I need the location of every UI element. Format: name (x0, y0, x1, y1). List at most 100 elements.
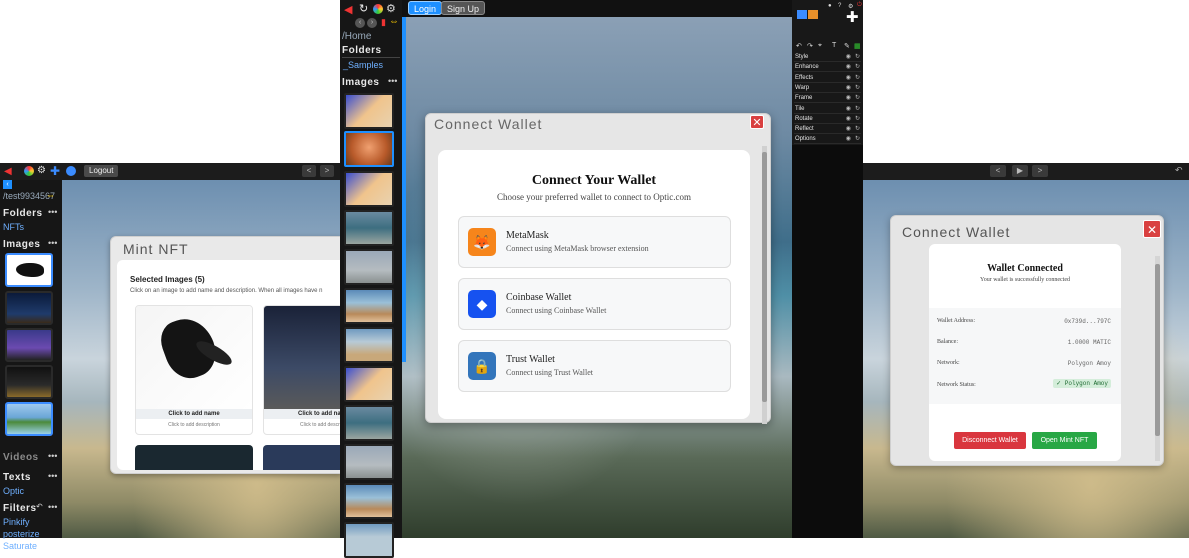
tool-menu-item-warp[interactable]: Warp ◉ ↻ (794, 83, 861, 93)
image-thumb-2[interactable] (344, 131, 394, 167)
power-icon[interactable]: ⏻ (857, 2, 862, 9)
reset-icon[interactable]: ↻ (855, 52, 860, 62)
palette-icon[interactable] (373, 4, 383, 14)
image-thumb-6[interactable] (344, 288, 394, 324)
gear-icon[interactable]: ⚙ (386, 2, 396, 15)
reset-icon[interactable]: ↻ (855, 114, 860, 124)
reset-icon[interactable]: ↻ (855, 124, 860, 134)
disconnect-wallet-button[interactable]: Disconnect Wallet (954, 432, 1026, 449)
info-icon[interactable]: ◉ (846, 62, 851, 72)
reset-icon[interactable]: ↻ (855, 134, 860, 144)
image-thumb-10[interactable] (344, 444, 394, 480)
nft-card-1-desc[interactable]: Click to add description (136, 419, 252, 431)
nft-card-2-desc[interactable]: Click to add descr (264, 419, 343, 431)
move-icon[interactable]: ✚ (50, 164, 60, 178)
text-tool-icon[interactable]: T (832, 42, 836, 49)
redo-icon[interactable]: ↷ (807, 42, 813, 50)
tool-menu-item-options[interactable]: Options ◉ ↻ (794, 134, 861, 145)
swap-icon[interactable]: ⇔ (389, 16, 399, 27)
gear-icon[interactable]: ⚙ (37, 165, 46, 176)
image-thumb-city[interactable] (5, 365, 53, 399)
next-small-icon[interactable]: › (367, 18, 377, 28)
folders-menu-icon[interactable]: ••• (48, 207, 57, 217)
palette-icon[interactable] (24, 166, 34, 176)
filter-item-pinkify[interactable]: Pinkify (3, 517, 30, 527)
image-tool-icon[interactable] (797, 10, 807, 19)
next-button[interactable]: > (1032, 165, 1048, 177)
nft-card-1-name[interactable]: Click to add name (136, 409, 252, 419)
folder-item-samples[interactable]: _Samples (343, 60, 383, 70)
crop-icon[interactable]: ⌖ (818, 42, 822, 50)
trash-icon[interactable]: ▮ (381, 17, 386, 28)
signup-button[interactable]: Sign Up (441, 1, 486, 15)
tool-menu-item-tile[interactable]: Tile ◉ ↻ (794, 104, 861, 114)
info-icon[interactable]: ◉ (846, 52, 851, 62)
current-path[interactable]: /Home (342, 31, 371, 42)
prev-button[interactable]: < (302, 165, 316, 177)
undo-icon[interactable]: ↶ (36, 502, 43, 511)
image-thumb-5[interactable] (344, 249, 394, 285)
modal-scrollbar[interactable] (762, 146, 767, 424)
info-icon[interactable]: ◉ (846, 73, 851, 83)
draw-tool-icon[interactable]: ✎ (844, 42, 850, 50)
reset-icon[interactable]: ↻ (855, 62, 860, 72)
image-thumb-4[interactable] (344, 210, 394, 246)
play-button[interactable]: ▶ (1012, 165, 1028, 177)
image-thumb-night[interactable] (5, 291, 53, 325)
image-thumb-1[interactable] (344, 93, 394, 129)
prev-button[interactable]: < (990, 165, 1006, 177)
refresh-icon[interactable]: ↻ (359, 2, 368, 15)
back-arrow-icon[interactable]: ◀ (4, 166, 12, 177)
reset-icon[interactable]: ↻ (855, 83, 860, 93)
user-icon[interactable] (66, 166, 76, 176)
collapse-icon[interactable]: ‹ (3, 180, 12, 189)
wallet-option-coinbase[interactable]: ◆ Coinbase Wallet Connect using Coinbase… (458, 278, 731, 330)
nft-card-2[interactable]: Click to add name Click to add descr (263, 305, 343, 435)
grid-tool-icon[interactable]: ▦ (854, 42, 861, 50)
tool-menu-item-style[interactable]: Style ◉ ↻ (794, 52, 861, 62)
info-icon[interactable]: ◉ (846, 114, 851, 124)
info-icon[interactable]: ◉ (846, 83, 851, 93)
text-item-optic[interactable]: Optic (3, 486, 24, 496)
tool-menu-item-effects[interactable]: Effects ◉ ↻ (794, 73, 861, 83)
image-thumb-island[interactable] (5, 402, 53, 436)
image-thumb-9[interactable] (344, 405, 394, 441)
image-thumb-7[interactable] (344, 327, 394, 363)
next-button[interactable]: > (320, 165, 334, 177)
modal-scrollbar[interactable] (1155, 256, 1160, 461)
nft-card-2-name[interactable]: Click to add name (264, 409, 343, 419)
portrait-tool-icon[interactable] (808, 10, 818, 19)
undo-icon[interactable]: ↶ (796, 42, 802, 50)
folder-item-nfts[interactable]: NFTs (3, 222, 24, 232)
circle-tool-icon[interactable]: ● (828, 3, 832, 9)
image-thumb-town[interactable] (5, 328, 53, 362)
info-icon[interactable]: ◉ (846, 104, 851, 114)
logout-button[interactable]: Logout (84, 165, 119, 177)
image-thumb-3[interactable] (344, 171, 394, 207)
close-button[interactable]: ✕ (750, 115, 764, 129)
image-thumb-mask[interactable] (5, 253, 53, 287)
tool-menu-item-reflect[interactable]: Reflect ◉ ↻ (794, 124, 861, 135)
prev-small-icon[interactable]: ‹ (355, 18, 365, 28)
info-icon[interactable]: ◉ (846, 124, 851, 134)
back-arrow-icon[interactable]: ◀ (344, 3, 352, 16)
images-menu-icon[interactable]: ••• (388, 76, 397, 86)
filters-menu-icon[interactable]: ••• (48, 502, 57, 512)
image-thumb-11[interactable] (344, 483, 394, 519)
reset-icon[interactable]: ↻ (855, 73, 860, 83)
tool-menu-item-rotate[interactable]: Rotate ◉ ↻ (794, 114, 861, 124)
undo-icon[interactable]: ↶ (1175, 165, 1183, 176)
nft-card-1[interactable]: Click to add name Click to add descripti… (135, 305, 253, 435)
texts-menu-icon[interactable]: ••• (48, 471, 57, 481)
filter-item-saturate[interactable]: Saturate (3, 541, 37, 551)
images-menu-icon[interactable]: ••• (48, 238, 57, 248)
nft-card-4-preview[interactable] (263, 445, 343, 470)
login-button[interactable]: Login (408, 1, 443, 15)
swap-icon[interactable]: ⇔ (46, 190, 55, 200)
open-mint-nft-button[interactable]: Open Mint NFT (1032, 432, 1097, 449)
tool-menu-item-enhance[interactable]: Enhance ◉ ↻ (794, 62, 861, 73)
wallet-option-trust[interactable]: 🔒 Trust Wallet Connect using Trust Walle… (458, 340, 731, 392)
close-button[interactable]: ✕ (1143, 220, 1161, 238)
image-thumb-12[interactable] (344, 522, 394, 558)
nft-card-3-preview[interactable] (135, 445, 253, 470)
